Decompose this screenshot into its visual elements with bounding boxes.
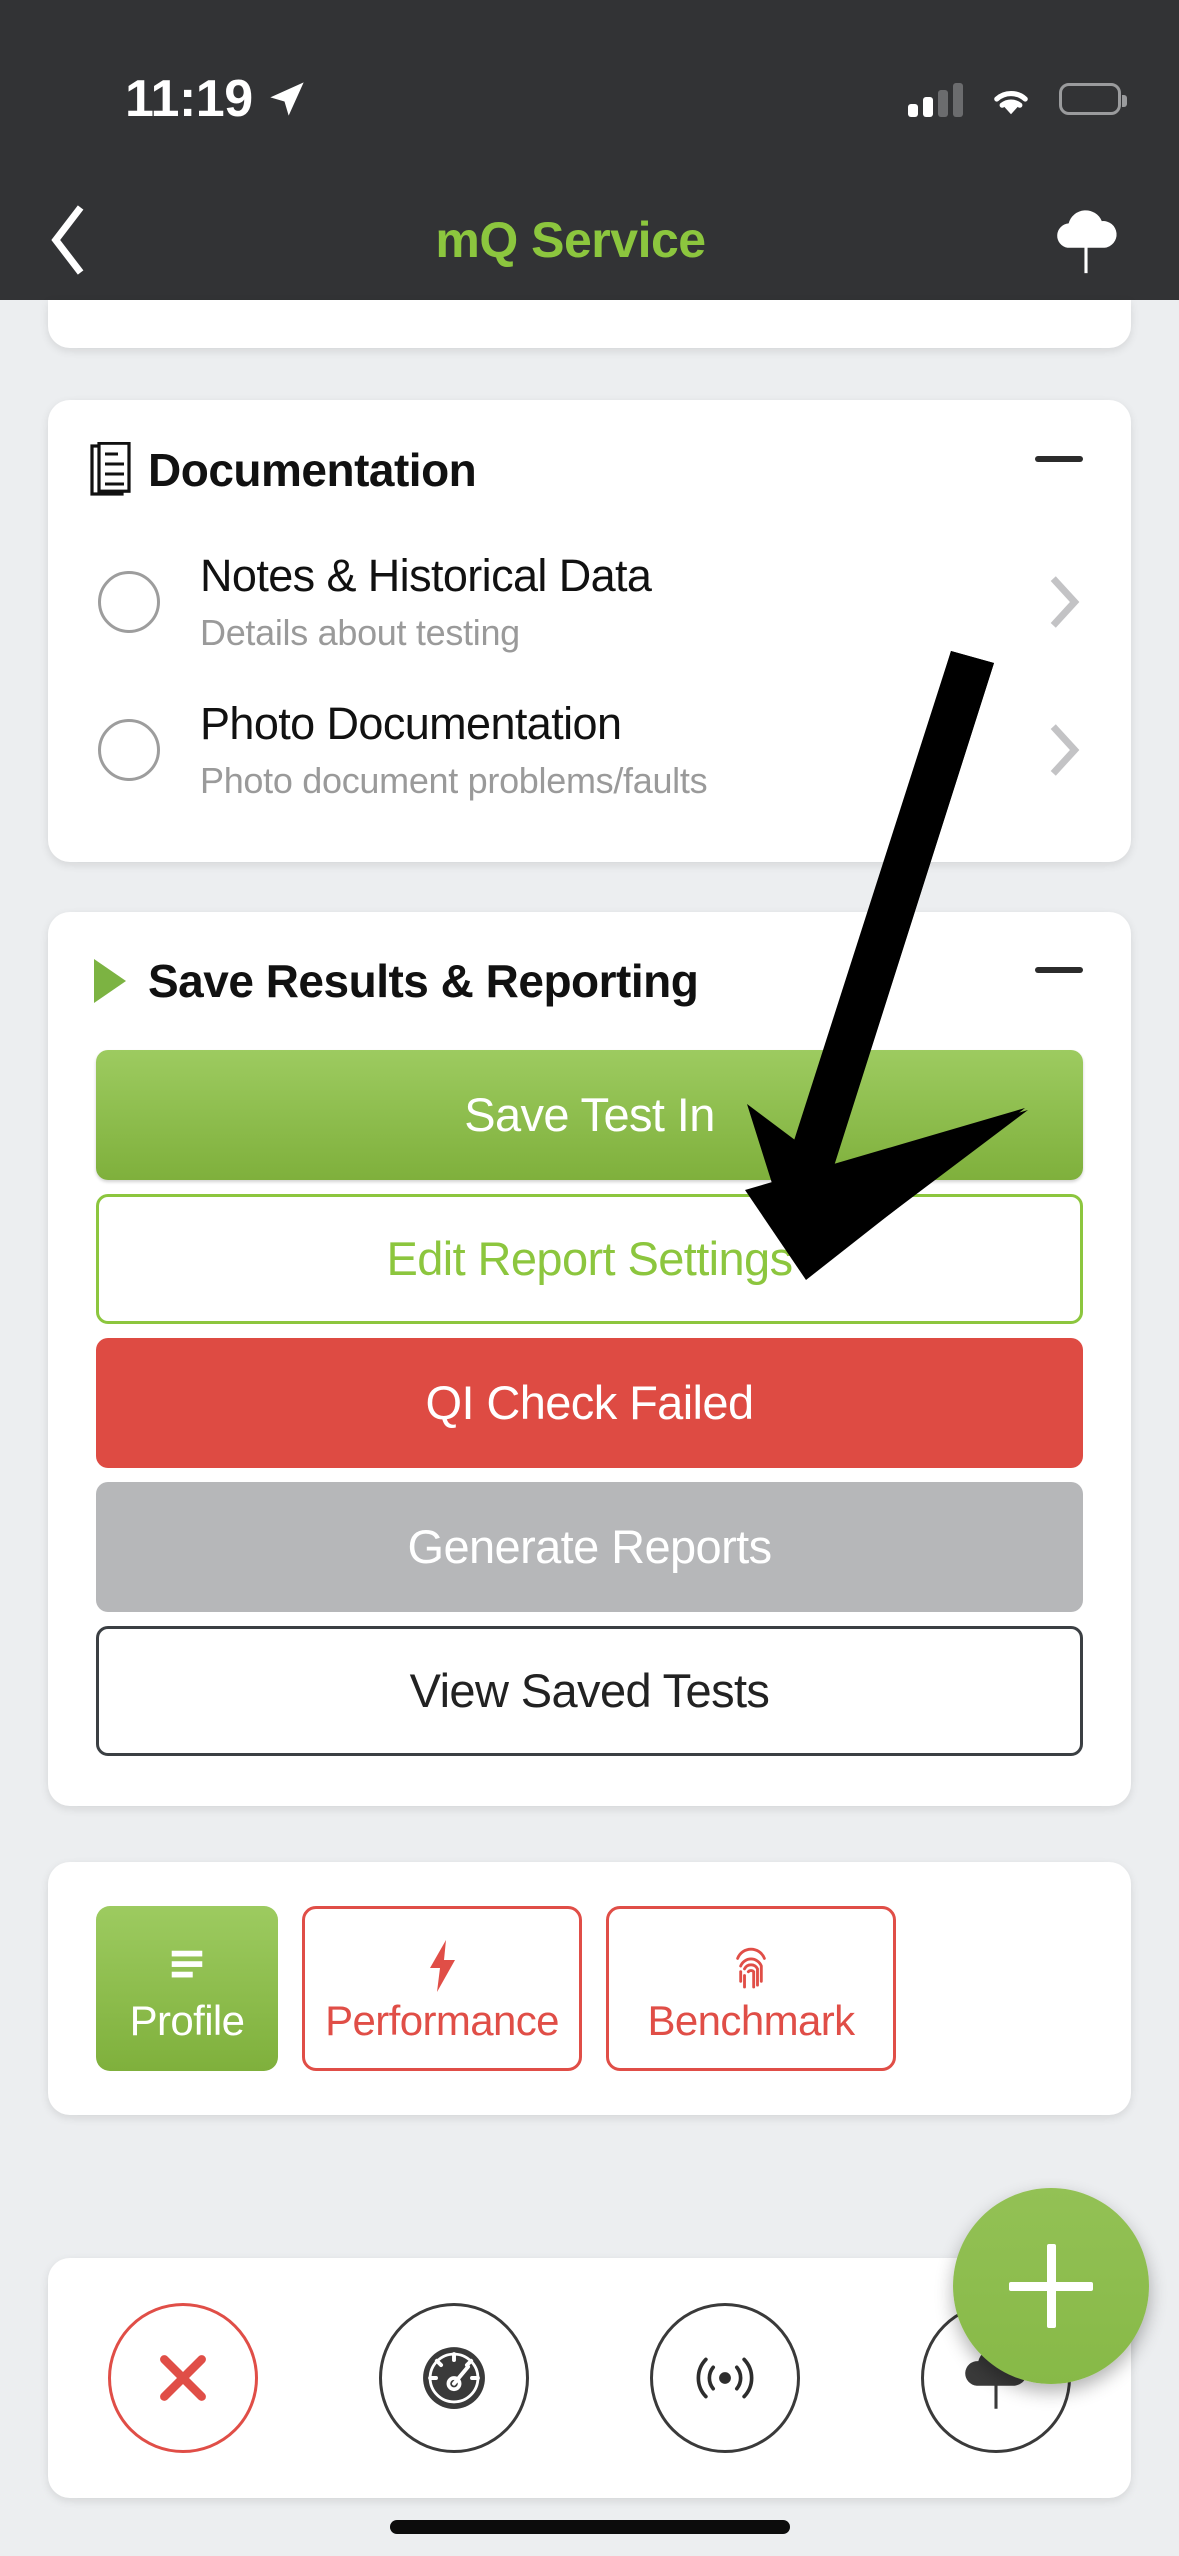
list-item-title: Photo Documentation [200,697,622,749]
back-button[interactable] [38,205,98,275]
partial-card-above [48,300,1131,348]
list-lines-icon [166,1938,208,1994]
tab-performance-label: Performance [325,1997,559,2044]
close-x-icon [160,2355,206,2401]
nav-bar: mQ Service [0,180,1179,300]
document-lines-icon [90,442,148,498]
radio-unchecked-icon[interactable] [98,570,160,633]
status-time: 11:19 [125,70,253,128]
fingerprint-icon [730,1938,772,1994]
plus-icon [1009,2244,1093,2328]
save-results-title: Save Results & Reporting [148,954,699,1007]
tab-performance[interactable]: Performance [302,1905,582,2071]
chevron-right-icon[interactable] [1049,576,1083,628]
cloud-upload-icon [1057,210,1117,274]
home-indicator [389,2520,790,2534]
chevron-right-icon[interactable] [1049,723,1083,776]
save-results-card: Save Results & Reporting Save Test In Ed… [48,911,1131,1806]
wifi-icon [994,91,1028,115]
list-item-texts: Notes & Historical Data Details about te… [200,550,1049,654]
list-item-subtitle: Details about testing [200,611,520,653]
documentation-list: Notes & Historical Data Details about te… [48,518,1131,862]
documentation-title: Documentation [148,444,477,496]
battery-icon [1059,83,1127,115]
list-item[interactable]: Notes & Historical Data Details about te… [48,528,1131,676]
list-item-texts: Photo Documentation Photo document probl… [200,698,1049,802]
list-item-title: Notes & Historical Data [200,550,652,601]
list-item-subtitle: Photo document problems/faults [200,759,708,801]
gauge-button[interactable] [379,2303,529,2453]
add-fab-button[interactable] [953,2188,1149,2384]
qi-check-failed-button[interactable]: QI Check Failed [96,1337,1083,1468]
gauge-icon [423,2347,485,2409]
close-button[interactable] [108,2303,258,2453]
mode-card: Profile Performance Benchmark [48,1861,1131,2115]
save-results-buttons: Save Test In Edit Report Settings QI Che… [48,1028,1131,1806]
tab-profile-label: Profile [129,1997,245,2044]
broadcast-button[interactable] [650,2303,800,2453]
save-test-in-button[interactable]: Save Test In [96,1049,1083,1180]
scroll-content[interactable]: Documentation Notes & Historical Data De… [0,300,1179,2556]
tab-benchmark-label: Benchmark [647,1997,855,2044]
documentation-card-header[interactable]: Documentation [48,400,1131,518]
status-bar: 11:19 [0,0,1179,180]
tab-benchmark[interactable]: Benchmark [606,1905,896,2071]
list-item[interactable]: Photo Documentation Photo document probl… [48,676,1131,824]
radio-unchecked-icon[interactable] [98,718,160,781]
page-title: mQ Service [435,212,706,268]
status-bar-right [908,81,1127,117]
play-triangle-icon [90,957,148,1005]
save-results-card-header[interactable]: Save Results & Reporting [48,912,1131,1028]
location-arrow-icon [269,82,304,116]
tab-profile[interactable]: Profile [96,1905,278,2071]
documentation-card: Documentation Notes & Historical Data De… [48,400,1131,862]
minus-icon[interactable] [1035,966,1083,973]
lightning-bolt-icon [425,1938,459,1994]
broadcast-signal-icon [696,2357,754,2399]
minus-icon[interactable] [1035,456,1083,462]
cellular-signal-icon [908,81,963,117]
cloud-upload-button[interactable] [1043,200,1129,280]
mode-tabs: Profile Performance Benchmark [48,1862,1131,2115]
chevron-left-icon [51,205,84,275]
status-bar-left: 11:19 [0,73,307,125]
generate-reports-button[interactable]: Generate Reports [96,1481,1083,1612]
view-saved-tests-button[interactable]: View Saved Tests [96,1625,1083,1756]
edit-report-settings-button[interactable]: Edit Report Settings [96,1193,1083,1324]
